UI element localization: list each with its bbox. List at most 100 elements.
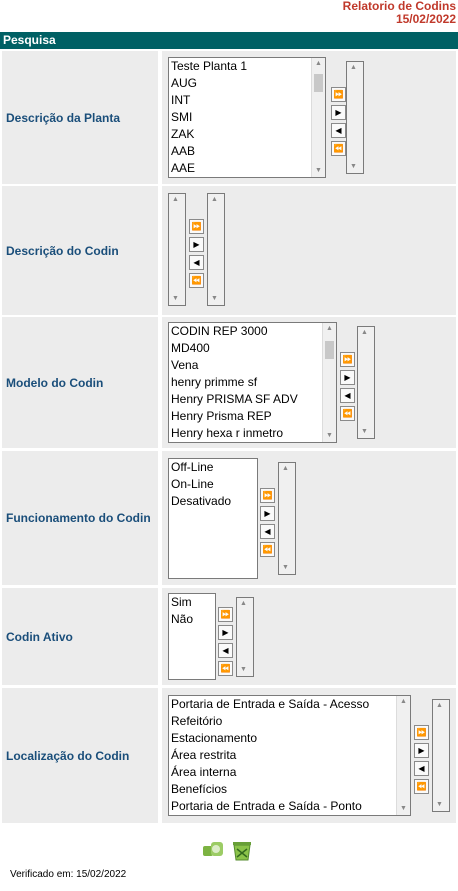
scrollbar[interactable]: ▲ ▼ — [311, 58, 325, 177]
list-item[interactable]: SMI — [169, 109, 311, 126]
trash-icon[interactable] — [233, 842, 251, 861]
add-all-button[interactable]: ⏩ — [218, 607, 233, 622]
list-item[interactable]: Desativado — [169, 493, 257, 510]
remove-all-button[interactable]: ⏪ — [340, 406, 355, 421]
scroll-up-icon[interactable]: ▲ — [169, 194, 182, 206]
add-button[interactable]: ▶ — [218, 625, 233, 640]
scrollbar[interactable]: ▲ ▼ — [358, 327, 374, 438]
action-icons — [200, 838, 260, 864]
add-all-button[interactable]: ⏩ — [414, 725, 429, 740]
scrollbar[interactable]: ▲ ▼ — [237, 598, 253, 676]
remove-button[interactable]: ◀ — [340, 388, 355, 403]
scrollbar[interactable]: ▲ ▼ — [169, 194, 185, 305]
scroll-down-icon[interactable]: ▼ — [397, 803, 410, 815]
add-button[interactable]: ▶ — [331, 105, 346, 120]
list-item[interactable]: AAE — [169, 160, 311, 177]
scroll-down-icon[interactable]: ▼ — [323, 430, 336, 442]
source-list-planta[interactable]: Teste Planta 1 AUG INT SMI ZAK AAB AAE ▲… — [168, 57, 326, 178]
section-title: Pesquisa — [3, 33, 56, 47]
scrollbar[interactable]: ▲ ▼ — [396, 696, 410, 815]
list-item[interactable]: Henry Prisma REP — [169, 408, 322, 425]
target-list-localizacao[interactable]: ▲ ▼ — [432, 699, 450, 812]
list-item[interactable]: Henry hexa r inmetro — [169, 425, 322, 442]
list-item[interactable]: Henry PRISMA SF ADV — [169, 391, 322, 408]
remove-button[interactable]: ◀ — [218, 643, 233, 658]
source-list-modelo[interactable]: CODIN REP 3000 MD400 Vena henry primme s… — [168, 322, 337, 443]
search-icon[interactable] — [203, 842, 223, 856]
list-item[interactable]: CODIN REP 3000 — [169, 323, 322, 340]
list-item[interactable]: Sim — [169, 594, 215, 611]
label-descricao-codin: Descrição do Codin — [2, 186, 158, 315]
add-all-button[interactable]: ⏩ — [331, 87, 346, 102]
list-item[interactable]: INT — [169, 92, 311, 109]
field-descricao-planta: Teste Planta 1 AUG INT SMI ZAK AAB AAE ▲… — [162, 51, 456, 184]
list-item[interactable]: AUG — [169, 75, 311, 92]
remove-button[interactable]: ◀ — [189, 255, 204, 270]
list-item[interactable]: Estacionamento — [169, 730, 396, 747]
target-list-modelo[interactable]: ▲ ▼ — [357, 326, 375, 439]
scroll-up-icon[interactable]: ▲ — [397, 696, 410, 708]
source-list-funcionamento[interactable]: Off-Line On-Line Desativado — [168, 458, 258, 579]
scroll-down-icon[interactable]: ▼ — [169, 293, 182, 305]
remove-button[interactable]: ◀ — [414, 761, 429, 776]
list-item[interactable]: Portaria de Entrada e Saída - Ponto — [169, 798, 396, 815]
scroll-down-icon[interactable]: ▼ — [433, 799, 446, 811]
scroll-up-icon[interactable]: ▲ — [208, 194, 221, 206]
scroll-up-icon[interactable]: ▲ — [358, 327, 371, 339]
remove-button[interactable]: ◀ — [331, 123, 346, 138]
scrollbar[interactable]: ▲ ▼ — [279, 463, 295, 574]
add-all-button[interactable]: ⏩ — [189, 219, 204, 234]
add-button[interactable]: ▶ — [414, 743, 429, 758]
list-item[interactable]: Teste Planta 1 — [169, 58, 311, 75]
list-item[interactable]: Portaria de Entrada e Saída - Acesso — [169, 696, 396, 713]
scroll-thumb[interactable] — [325, 341, 334, 359]
scroll-down-icon[interactable]: ▼ — [208, 293, 221, 305]
source-list-codin[interactable]: ▲ ▼ — [168, 193, 186, 306]
scroll-up-icon[interactable]: ▲ — [347, 62, 360, 74]
scroll-up-icon[interactable]: ▲ — [312, 58, 325, 70]
list-item[interactable]: MD400 — [169, 340, 322, 357]
list-item[interactable]: Benefícios — [169, 781, 396, 798]
list-item[interactable]: ZAK — [169, 126, 311, 143]
remove-all-button[interactable]: ⏪ — [260, 542, 275, 557]
target-list-codin[interactable]: ▲ ▼ — [207, 193, 225, 306]
scrollbar[interactable]: ▲ ▼ — [347, 62, 363, 173]
source-list-ativo[interactable]: Sim Não — [168, 593, 216, 680]
add-button[interactable]: ▶ — [189, 237, 204, 252]
target-list-funcionamento[interactable]: ▲ ▼ — [278, 462, 296, 575]
list-item[interactable]: On-Line — [169, 476, 257, 493]
list-item[interactable]: Área restrita — [169, 747, 396, 764]
scroll-up-icon[interactable]: ▲ — [323, 323, 336, 335]
target-list-ativo[interactable]: ▲ ▼ — [236, 597, 254, 677]
source-list-localizacao[interactable]: Portaria de Entrada e Saída - Acesso Ref… — [168, 695, 411, 816]
list-item[interactable]: Área interna — [169, 764, 396, 781]
remove-all-button[interactable]: ⏪ — [331, 141, 346, 156]
list-item[interactable]: Refeitório — [169, 713, 396, 730]
scroll-down-icon[interactable]: ▼ — [312, 165, 325, 177]
list-item[interactable]: Off-Line — [169, 459, 257, 476]
list-item[interactable]: Não — [169, 611, 215, 628]
scroll-up-icon[interactable]: ▲ — [433, 700, 446, 712]
remove-button[interactable]: ◀ — [260, 524, 275, 539]
scroll-down-icon[interactable]: ▼ — [279, 562, 292, 574]
scroll-thumb[interactable] — [314, 74, 323, 92]
scroll-up-icon[interactable]: ▲ — [237, 598, 250, 610]
remove-all-button[interactable]: ⏪ — [189, 273, 204, 288]
scroll-down-icon[interactable]: ▼ — [237, 664, 250, 676]
remove-all-button[interactable]: ⏪ — [218, 661, 233, 676]
add-all-button[interactable]: ⏩ — [340, 352, 355, 367]
remove-all-button[interactable]: ⏪ — [414, 779, 429, 794]
target-list-planta[interactable]: ▲ ▼ — [346, 61, 364, 174]
add-all-button[interactable]: ⏩ — [260, 488, 275, 503]
scroll-up-icon[interactable]: ▲ — [279, 463, 292, 475]
list-item[interactable]: henry primme sf — [169, 374, 322, 391]
scroll-down-icon[interactable]: ▼ — [347, 161, 360, 173]
scrollbar[interactable]: ▲ ▼ — [433, 700, 449, 811]
scroll-down-icon[interactable]: ▼ — [358, 426, 371, 438]
add-button[interactable]: ▶ — [260, 506, 275, 521]
list-item[interactable]: Vena — [169, 357, 322, 374]
list-item[interactable]: AAB — [169, 143, 311, 160]
add-button[interactable]: ▶ — [340, 370, 355, 385]
scrollbar[interactable]: ▲ ▼ — [208, 194, 224, 305]
scrollbar[interactable]: ▲ ▼ — [322, 323, 336, 442]
